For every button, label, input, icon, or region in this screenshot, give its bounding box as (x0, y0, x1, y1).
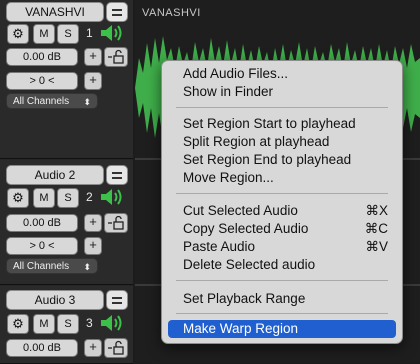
mute-button[interactable]: M (33, 314, 55, 334)
mute-button[interactable]: M (33, 24, 55, 44)
menu-item-show-in-finder[interactable]: Show in Finder (168, 83, 396, 101)
gear-icon[interactable]: ⚙ (7, 24, 29, 44)
menu-item-delete-selected-audio[interactable]: Delete Selected audio (168, 256, 396, 274)
volume-field[interactable]: 0.00 dB (6, 339, 78, 357)
gear-icon[interactable]: ⚙ (7, 314, 29, 334)
menu-separator (176, 193, 388, 194)
channels-label: All Channels (13, 96, 70, 107)
menu-item-move-region[interactable]: Move Region... (168, 169, 396, 187)
add-button[interactable]: + (84, 214, 102, 232)
lock-icon[interactable] (104, 338, 128, 358)
track-name-field[interactable]: VANASHVI (6, 2, 104, 22)
menu-separator (176, 280, 388, 281)
volume-field[interactable]: 0.00 dB (6, 48, 78, 66)
chevron-updown-icon: ⬍ (83, 97, 91, 107)
menu-item-copy-selected-audio[interactable]: Copy Selected Audio ⌘C (168, 220, 396, 238)
track-header-1: VANASHVI ⚙ M S 1 0.00 dB + > 0 < + All C… (0, 0, 133, 159)
mute-button[interactable]: M (33, 188, 55, 208)
context-menu: Add Audio Files... Show in Finder Set Re… (161, 60, 403, 344)
track-header-2: Audio 2 ⚙ M S 2 0.00 dB + > 0 < + All Ch… (0, 160, 133, 285)
name-toggle-icon[interactable] (106, 165, 128, 185)
menu-item-set-playback-range[interactable]: Set Playback Range (168, 290, 396, 308)
solo-button[interactable]: S (57, 314, 79, 334)
add-button[interactable]: + (84, 72, 102, 90)
menu-item-split-region[interactable]: Split Region at playhead (168, 133, 396, 151)
speaker-icon[interactable] (100, 23, 126, 43)
track-number: 3 (86, 316, 93, 330)
menu-separator (176, 107, 388, 108)
menu-item-add-audio-files[interactable]: Add Audio Files... (168, 65, 396, 83)
menu-item-cut-selected-audio[interactable]: Cut Selected Audio ⌘X (168, 202, 396, 220)
track-number: 2 (86, 190, 93, 204)
track-name-field[interactable]: Audio 2 (6, 165, 104, 185)
menu-separator (176, 313, 388, 314)
pan-field[interactable]: > 0 < (6, 72, 78, 90)
menu-item-make-warp-region[interactable]: Make Warp Region (168, 320, 396, 338)
solo-button[interactable]: S (57, 188, 79, 208)
volume-field[interactable]: 0.00 dB (6, 214, 78, 232)
speaker-icon[interactable] (100, 187, 126, 207)
name-toggle-icon[interactable] (106, 290, 128, 310)
lock-icon[interactable] (104, 47, 128, 67)
menu-item-set-region-start[interactable]: Set Region Start to playhead (168, 115, 396, 133)
lock-icon[interactable] (104, 213, 128, 233)
track-headers-panel: VANASHVI ⚙ M S 1 0.00 dB + > 0 < + All C… (0, 0, 133, 364)
menu-item-paste-audio[interactable]: Paste Audio ⌘V (168, 238, 396, 256)
gear-icon[interactable]: ⚙ (7, 188, 29, 208)
pan-field[interactable]: > 0 < (6, 237, 78, 255)
add-button[interactable]: + (84, 237, 102, 255)
menu-item-set-region-end[interactable]: Set Region End to playhead (168, 151, 396, 169)
track-name-field[interactable]: Audio 3 (6, 290, 104, 310)
add-button[interactable]: + (84, 339, 102, 357)
channels-label: All Channels (13, 261, 70, 272)
speaker-icon[interactable] (100, 313, 126, 333)
add-button[interactable]: + (84, 48, 102, 66)
channels-select[interactable]: All Channels ⬍ (6, 93, 98, 109)
name-toggle-icon[interactable] (106, 2, 128, 22)
track-header-3: Audio 3 ⚙ M S 3 0.00 dB + (0, 286, 133, 364)
chevron-updown-icon: ⬍ (83, 262, 91, 272)
channels-select[interactable]: All Channels ⬍ (6, 258, 98, 274)
track-number: 1 (86, 26, 93, 40)
solo-button[interactable]: S (57, 24, 79, 44)
